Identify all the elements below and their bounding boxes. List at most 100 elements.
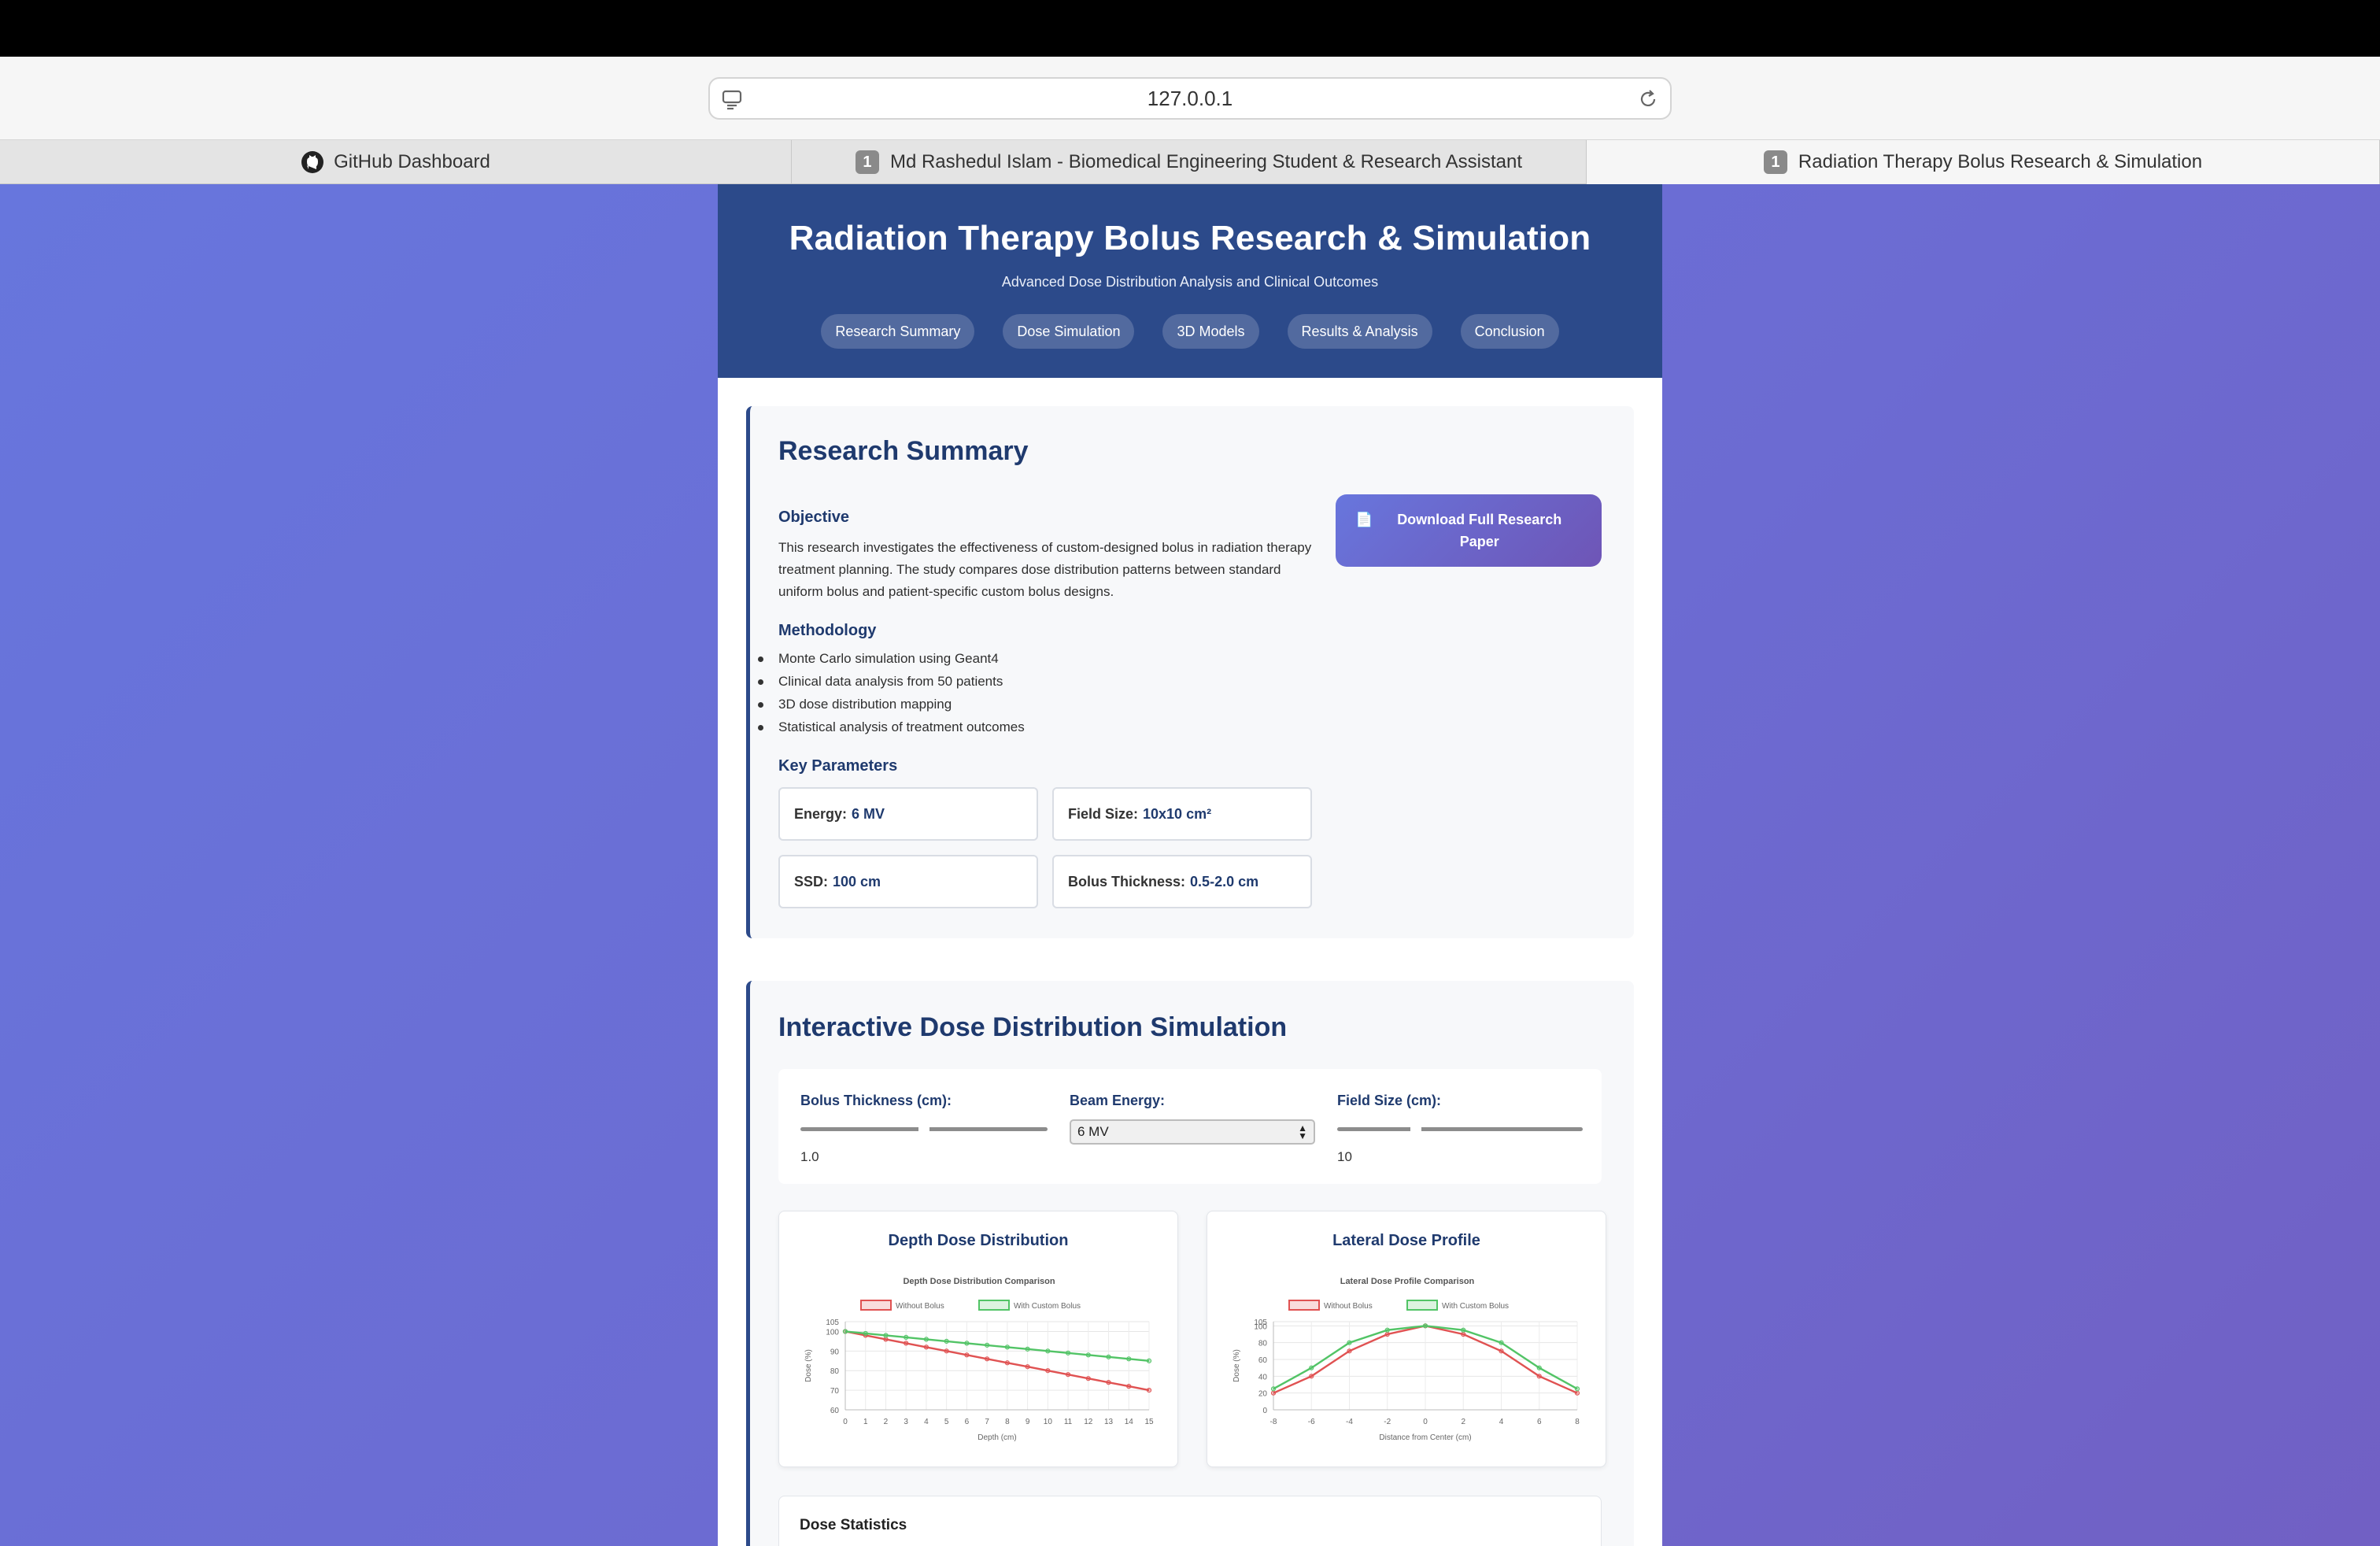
param-bolus-thickness: Bolus Thickness: 0.5-2.0 cm bbox=[1052, 855, 1312, 908]
page-container: Radiation Therapy Bolus Research & Simul… bbox=[718, 184, 1662, 1546]
bolus-thickness-value: 1.0 bbox=[800, 1149, 819, 1164]
y-axis-label: Dose (%) bbox=[804, 1349, 813, 1382]
nav-3d-models[interactable]: 3D Models bbox=[1162, 314, 1259, 349]
lateral-dose-chart-card: Lateral Dose Profile Lateral Dose Profil… bbox=[1207, 1211, 1606, 1467]
tab-github-dashboard[interactable]: GitHub Dashboard bbox=[0, 140, 792, 184]
field-slider-thumb[interactable] bbox=[1410, 1124, 1421, 1135]
download-paper-button[interactable]: 📄 Download Full Research Paper bbox=[1336, 494, 1602, 567]
param-label: SSD: bbox=[794, 873, 829, 890]
tab-portfolio[interactable]: 1 Md Rashedul Islam - Biomedical Enginee… bbox=[792, 140, 1587, 184]
data-point bbox=[883, 1333, 889, 1338]
legend-label: Without Bolus bbox=[896, 1302, 944, 1311]
select-arrows-icon: ▲ ▼ bbox=[1298, 1123, 1307, 1141]
x-tick-label: 11 bbox=[1064, 1418, 1073, 1426]
data-point bbox=[1106, 1380, 1111, 1385]
tab-badge: 1 bbox=[855, 150, 879, 174]
y-tick-label: 105 bbox=[826, 1319, 839, 1327]
x-tick-label: 10 bbox=[1044, 1418, 1053, 1426]
page-subtitle: Advanced Dose Distribution Analysis and … bbox=[1001, 274, 1379, 290]
address-bar[interactable]: 127.0.0.1 bbox=[708, 77, 1672, 120]
param-label: Energy: bbox=[794, 805, 848, 822]
x-tick-label: 9 bbox=[1026, 1418, 1030, 1426]
y-tick-label: 20 bbox=[1258, 1390, 1268, 1399]
data-point bbox=[944, 1348, 949, 1354]
param-value: 100 cm bbox=[833, 873, 881, 890]
x-tick-label: 14 bbox=[1125, 1418, 1134, 1426]
y-tick-label: 60 bbox=[1258, 1356, 1268, 1365]
x-tick-label: 15 bbox=[1144, 1418, 1154, 1426]
field-size-slider[interactable] bbox=[1337, 1124, 1583, 1135]
objective-heading: Objective bbox=[778, 509, 850, 526]
x-tick-label: 8 bbox=[1005, 1418, 1010, 1426]
x-tick-label: -6 bbox=[1308, 1418, 1315, 1426]
y-tick-label: 90 bbox=[830, 1348, 840, 1356]
data-point bbox=[1461, 1331, 1466, 1337]
x-tick-label: 3 bbox=[904, 1418, 908, 1426]
data-point bbox=[1270, 1386, 1277, 1392]
document-icon: 📄 bbox=[1355, 512, 1373, 527]
simulation-controls: Bolus Thickness (cm): 1.0 Beam Energy: 6… bbox=[778, 1069, 1602, 1184]
y-tick-label: 40 bbox=[1258, 1373, 1268, 1381]
bolus-slider-thumb[interactable] bbox=[918, 1124, 929, 1135]
data-point bbox=[1384, 1327, 1390, 1333]
data-point bbox=[1461, 1327, 1466, 1333]
data-point bbox=[1065, 1350, 1071, 1356]
url-text: 127.0.0.1 bbox=[1147, 86, 1233, 110]
tab-label: Radiation Therapy Bolus Research & Simul… bbox=[1798, 151, 2203, 172]
beam-energy-select[interactable]: 6 MV ▲ ▼ bbox=[1070, 1119, 1315, 1145]
data-point bbox=[1499, 1348, 1504, 1354]
legend-swatch bbox=[978, 1300, 1010, 1311]
series-line bbox=[844, 1330, 1150, 1392]
x-tick-label: 6 bbox=[1537, 1418, 1542, 1426]
section-title: Research Summary bbox=[778, 436, 1029, 466]
series-line bbox=[844, 1330, 1150, 1362]
x-tick-label: 2 bbox=[884, 1418, 889, 1426]
page-menu-icon[interactable] bbox=[721, 88, 743, 114]
data-point bbox=[1085, 1352, 1091, 1358]
nav-research-summary[interactable]: Research Summary bbox=[821, 314, 975, 349]
x-axis-label: Distance from Center (cm) bbox=[1379, 1433, 1471, 1442]
param-value: 6 MV bbox=[852, 805, 885, 822]
reload-icon[interactable] bbox=[1637, 88, 1659, 114]
legend-label: Without Bolus bbox=[1324, 1302, 1373, 1311]
chart-title: Lateral Dose Profile Comparison bbox=[1340, 1277, 1475, 1286]
data-point bbox=[1146, 1358, 1152, 1363]
data-point bbox=[883, 1337, 889, 1342]
dose-simulation-section: Interactive Dose Distribution Simulation… bbox=[746, 981, 1634, 1546]
tab-label: GitHub Dashboard bbox=[334, 151, 490, 172]
y-tick-label: 105 bbox=[1254, 1319, 1267, 1327]
x-tick-label: 5 bbox=[944, 1418, 949, 1426]
legend-swatch bbox=[1406, 1300, 1438, 1311]
param-field-size: Field Size: 10x10 cm² bbox=[1052, 787, 1312, 841]
y-tick-label: 80 bbox=[1258, 1340, 1268, 1348]
data-point bbox=[1347, 1348, 1352, 1354]
download-label: Download Full Research Paper bbox=[1397, 512, 1562, 549]
data-point bbox=[863, 1330, 868, 1337]
param-value: 0.5-2.0 cm bbox=[1190, 873, 1259, 890]
tab-radiation-therapy[interactable]: 1 Radiation Therapy Bolus Research & Sim… bbox=[1587, 140, 2380, 184]
data-point bbox=[1536, 1374, 1542, 1379]
nav-conclusion[interactable]: Conclusion bbox=[1460, 314, 1559, 349]
nav-results-analysis[interactable]: Results & Analysis bbox=[1287, 314, 1432, 349]
data-point bbox=[1270, 1390, 1277, 1396]
data-point bbox=[1045, 1368, 1051, 1374]
nav-dose-simulation[interactable]: Dose Simulation bbox=[1003, 314, 1135, 349]
research-summary-section: Research Summary Objective This research… bbox=[746, 406, 1634, 938]
x-tick-label: 2 bbox=[1461, 1418, 1465, 1426]
data-point bbox=[904, 1334, 909, 1341]
objective-text: This research investigates the effective… bbox=[778, 540, 1312, 599]
data-point bbox=[1309, 1374, 1314, 1379]
tab-label: Md Rashedul Islam - Biomedical Engineeri… bbox=[889, 151, 1523, 172]
param-label: Field Size: bbox=[1068, 805, 1139, 822]
lateral-dose-chart: Lateral Dose Profile Comparison Without B… bbox=[1232, 1277, 1580, 1442]
chart-title: Depth Dose Distribution Comparison bbox=[903, 1277, 1055, 1286]
y-tick-label: 80 bbox=[830, 1367, 840, 1376]
data-point bbox=[1126, 1356, 1132, 1362]
y-tick-label: 60 bbox=[830, 1407, 840, 1415]
data-point bbox=[1574, 1386, 1580, 1392]
legend-label: With Custom Bolus bbox=[1442, 1302, 1509, 1311]
list-item: Clinical data analysis from 50 patients bbox=[758, 670, 1025, 693]
bolus-thickness-slider[interactable] bbox=[800, 1124, 1048, 1135]
data-point bbox=[1025, 1346, 1030, 1352]
x-tick-label: 0 bbox=[1423, 1418, 1428, 1426]
